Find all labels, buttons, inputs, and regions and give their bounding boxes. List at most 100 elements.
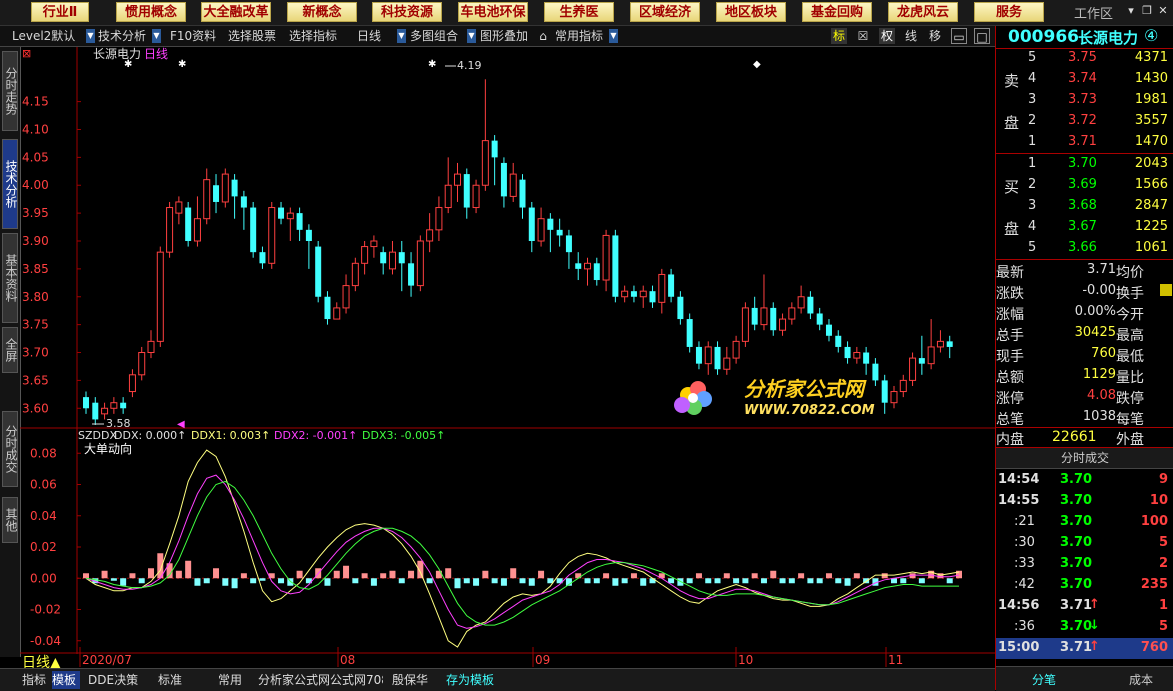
stats-toggle-icon[interactable] [1160,284,1172,296]
maximize-icon[interactable]: □ [974,28,990,44]
level-price: 3.71 [1068,134,1097,149]
grid-toggle-button[interactable]: ☒ [855,28,871,44]
close-icon[interactable]: ✕ [1156,4,1170,18]
chevron-down-icon[interactable]: ▼ [609,29,618,43]
candle-body [388,251,396,270]
chevron-down-icon[interactable]: ▼ [467,29,476,43]
price-tick-label: 3.95 [22,206,49,220]
move-button[interactable]: 移 [927,28,943,44]
line-button[interactable]: 线 [903,28,919,44]
tab-fullscreen[interactable]: 全屏 [2,327,18,373]
tab-yin[interactable]: 殷保华 [392,671,432,689]
price-tick-label: 3.70 [22,346,49,360]
tab-indicator[interactable]: 指标 [22,671,50,689]
tick-row: :42 3.70 235 [996,575,1173,596]
menu-item-health[interactable]: 生养医 [544,2,614,22]
ddx-bar [519,578,526,584]
stats-block: 最新 3.71 均价 涨跌 -0.00 换手 涨幅 0.00% 今开 总手 30425 最高 现手 760… [996,260,1173,428]
level-number: 3 [1028,198,1037,213]
tab-ticks[interactable]: 分时成交 [2,411,18,487]
mark-button[interactable]: 标 [831,28,847,44]
menu-item-battery[interactable]: 车电池环保 [458,2,528,22]
tick-volume: 2 [1158,556,1168,571]
tick-time: :33 [1014,556,1035,571]
candle-body [723,357,731,370]
candle-body [472,184,480,209]
select-stock-menu[interactable]: 选择股票 [228,28,276,44]
menu-item-new-concept[interactable]: 新概念 [287,2,357,22]
candle-body [453,173,461,186]
window-icon[interactable]: ▭ [951,28,967,44]
ddx-bar [110,578,117,581]
stat-value: 1038 [1082,409,1116,424]
ddx-bar [278,578,285,584]
tab-save-template[interactable]: 存为模板 [446,671,498,689]
level-price: 3.70 [1068,156,1097,171]
tab-standard[interactable]: 标准 [158,671,188,689]
ddx-bar [491,578,498,584]
inner-label: 内盘 [996,432,1024,448]
level-number: 2 [1028,177,1037,192]
stat-label: 总额 [996,370,1024,386]
tab-common[interactable]: 常用 [218,671,248,689]
overlay-menu[interactable]: 图形叠加 [480,28,528,44]
f10-menu[interactable]: F10资料 [170,28,216,44]
level2-default[interactable]: Level2默认 [12,28,75,44]
candle-body [333,307,341,320]
kline-chart-svg[interactable]: 4.15 4.10 4.05 4.00 3.95 3.90 3.85 3.80 3.75 3.70… [20,47,995,668]
menu-item-area[interactable]: 地区板块 [716,2,786,22]
order-book-row: 3 3.68 2847 [996,196,1173,217]
candle-body [286,212,294,220]
chevron-down-icon[interactable]: ▼ [86,29,95,43]
menu-item-industry[interactable]: 行业Ⅱ [31,2,89,22]
chevron-down-icon[interactable]: ▼ [397,29,406,43]
order-book-row: 1 3.70 2043 [996,154,1173,175]
ddx3-value: DDX3: -0.005↑ [362,429,445,442]
lock-icon[interactable]: ⌂ [535,28,551,44]
ddx-bar [714,578,721,584]
menu-item-reform[interactable]: 大全融改革 [201,2,271,22]
tab-dde[interactable]: DDE决策 [88,671,138,689]
ddx-bar [881,573,888,579]
ticks-header[interactable]: 分时成交 [996,447,1173,469]
tab-other[interactable]: 其他 [2,497,18,543]
candle-body [342,285,350,309]
menu-item-dragon[interactable]: 龙虎风云 [888,2,958,22]
menu-item-service[interactable]: 服务 [974,2,1044,22]
stat-value: 1129 [1082,367,1116,382]
candle-body [509,173,517,197]
ddx-bar [686,578,693,584]
candle-body [324,296,331,320]
stat-row: 总额 1129 量比 [996,365,1173,386]
ddx-bar [603,573,610,579]
level-volume: 2847 [1134,198,1168,213]
tab-technical[interactable]: 技术分析 [2,139,18,229]
tech-analysis-menu[interactable]: 技术分析 [98,28,146,44]
tab-formula-site[interactable]: 分析家公式网公式网7082 [258,671,383,689]
period-menu[interactable]: 日线 [357,28,381,44]
menu-item-concept[interactable]: 惯用概念 [116,2,186,22]
select-indicator-menu[interactable]: 选择指标 [289,28,337,44]
chart-marker: ✱ [124,59,132,70]
tab-template[interactable]: 模板 [52,671,80,689]
tab-fundamentals[interactable]: 基本资料 [2,233,18,323]
stat-label: 量比 [1116,370,1144,386]
tab-intraday[interactable]: 分时走势 [2,51,18,131]
minimize-icon[interactable]: ▾ [1124,4,1138,18]
menu-item-tech[interactable]: 科技资源 [372,2,442,22]
restore-icon[interactable]: ❐ [1140,4,1154,18]
multi-chart-menu[interactable]: 多图组合 [410,28,458,44]
ddx-bar [900,578,907,584]
order-book-row: 5 3.66 1061 [996,238,1173,259]
level-price: 3.74 [1068,71,1097,86]
level-price: 3.69 [1068,177,1097,192]
price-tick-label: 4.15 [22,95,49,109]
chart-area[interactable]: 4.15 4.10 4.05 4.00 3.95 3.90 3.85 3.80 3.75 3.70… [20,47,995,667]
common-indicator-menu[interactable]: 常用指标 [555,28,603,44]
menu-item-fund[interactable]: 基金回购 [802,2,872,22]
candle-body [686,319,693,347]
work-zone-label[interactable]: 工作区 [1074,3,1113,22]
rights-button[interactable]: 权 [879,28,895,44]
menu-item-region[interactable]: 区域经济 [630,2,700,22]
chevron-down-icon[interactable]: ▼ [152,29,161,43]
